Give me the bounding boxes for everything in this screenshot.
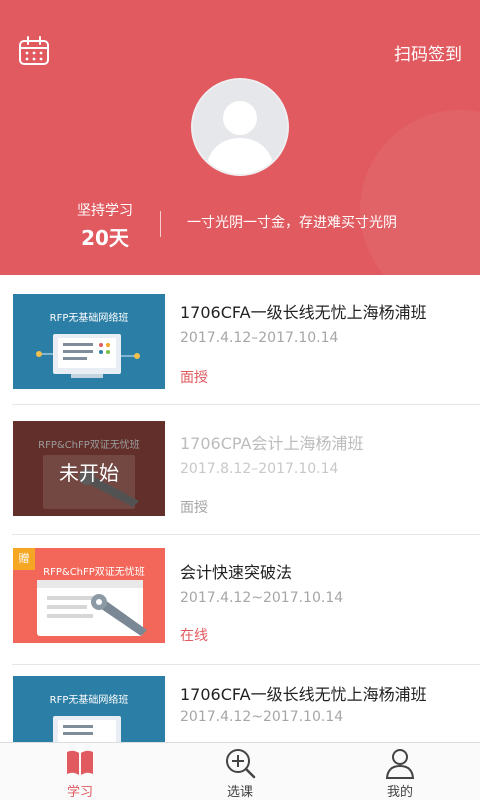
course-date: 2017.4.12~2017.10.14 xyxy=(180,709,344,725)
tab-mine[interactable]: 我的 xyxy=(320,743,480,801)
search-plus-icon xyxy=(223,747,257,779)
thumbnail-caption: RFP无基础网络班 xyxy=(49,313,129,324)
course-thumbnail: RFP&ChFP双证无忧班 赠 xyxy=(13,548,165,643)
scan-checkin-button[interactable]: 扫码签到 xyxy=(394,40,462,65)
streak-label: 坚持学习 xyxy=(77,203,133,219)
course-title: 会计快速突破法 xyxy=(180,563,293,582)
course-item[interactable]: RFP无基础网络班 1706CFA一级长线无忧上海杨浦班 2017.4.12–2… xyxy=(0,275,480,405)
course-list[interactable]: RFP无基础网络班 1706CFA一级长线无忧上海杨浦班 2017.4.12–2… xyxy=(0,275,480,742)
avatar[interactable] xyxy=(191,78,289,176)
motto-text: 一寸光阴一寸金，存进难买寸光阴 xyxy=(187,215,397,231)
thumbnail-caption: RFP无基础网络班 xyxy=(49,695,129,706)
course-title: 1706CPA会计上海杨浦班 xyxy=(180,434,364,453)
course-date: 2017.8.12–2017.10.14 xyxy=(180,461,339,477)
calendar-icon[interactable] xyxy=(18,36,50,66)
course-type-tag: 在线 xyxy=(180,628,208,644)
course-thumbnail: RFP&ChFP双证无忧班 未开始 xyxy=(13,421,165,516)
tab-label: 学习 xyxy=(66,785,93,800)
course-item[interactable]: RFP&ChFP双证无忧班 赠 会计快速突破法 2017.4.12~2017.1… xyxy=(0,535,480,665)
course-type-tag: 面授 xyxy=(180,370,208,386)
course-type-tag: 面授 xyxy=(180,500,208,516)
bottom-tab-bar: 学习 选课 我的 xyxy=(0,742,480,800)
course-date: 2017.4.12~2017.10.14 xyxy=(180,590,344,606)
tab-label: 我的 xyxy=(386,785,413,800)
streak-value: 20天 xyxy=(81,226,129,250)
tab-study[interactable]: 学习 xyxy=(0,743,160,801)
course-thumbnail: RFP无基础网络班 xyxy=(13,294,165,389)
user-icon xyxy=(383,747,417,779)
course-title: 1706CFA一级长线无忧上海杨浦班 xyxy=(180,303,427,322)
thumbnail-caption: RFP&ChFP双证无忧班 xyxy=(43,567,145,578)
profile-header: 扫码签到 坚持学习 20天 一寸光阴一寸金，存进难买寸光阴 xyxy=(0,0,480,275)
tab-courses[interactable]: 选课 xyxy=(160,743,320,801)
header-divider xyxy=(160,211,161,237)
book-icon xyxy=(63,747,97,779)
course-item[interactable]: RFP无基础网络班 1706CFA一级长线无忧上海杨浦班 2017.4.12~2… xyxy=(0,665,480,742)
not-started-label: 未开始 xyxy=(59,461,119,485)
course-title: 1706CFA一级长线无忧上海杨浦班 xyxy=(180,685,427,704)
gift-badge: 赠 xyxy=(13,548,35,570)
course-item[interactable]: RFP&ChFP双证无忧班 未开始 1706CPA会计上海杨浦班 2017.8.… xyxy=(0,405,480,535)
tab-label: 选课 xyxy=(226,785,253,800)
course-date: 2017.4.12–2017.10.14 xyxy=(180,330,339,346)
course-thumbnail: RFP无基础网络班 xyxy=(13,676,165,742)
header-decoration xyxy=(360,110,480,275)
